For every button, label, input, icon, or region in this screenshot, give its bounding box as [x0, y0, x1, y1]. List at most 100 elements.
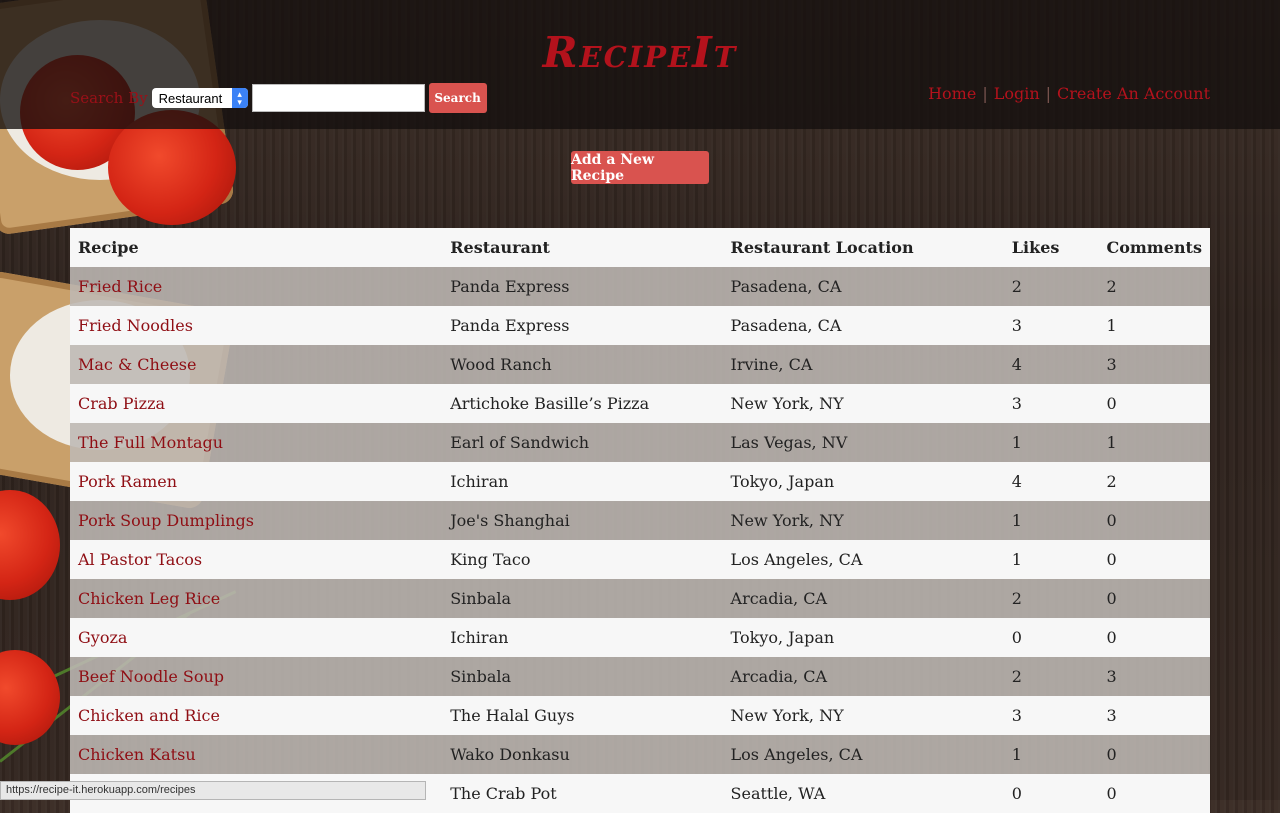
restaurant-cell: Sinbala [442, 579, 723, 618]
recipe-name-link[interactable]: Mac & Cheese [70, 345, 443, 384]
top-nav: Home | Login | Create An Account [928, 84, 1210, 103]
whole-tomato-decoration [0, 650, 60, 745]
nav-home-link[interactable]: Home [928, 84, 976, 103]
location-cell: Pasadena, CA [722, 306, 1004, 345]
table-row: Crab Pizza Artichoke Basille’s Pizza New Y… [70, 384, 1210, 423]
likes-cell: 0 [1003, 618, 1099, 657]
recipe-name-link[interactable]: Chicken Katsu [70, 735, 443, 774]
recipe-name-link[interactable]: Pork Soup Dumplings [70, 501, 443, 540]
site-header: RecipeIt Search By Restaurant ▴ ▾ Search … [0, 0, 1280, 129]
location-cell: Los Angeles, CA [722, 540, 1004, 579]
likes-cell: 2 [1003, 657, 1099, 696]
comments-cell: 1 [1098, 423, 1210, 462]
comments-cell: 2 [1098, 462, 1210, 501]
comments-cell: 3 [1098, 345, 1210, 384]
likes-cell: 1 [1003, 423, 1099, 462]
location-cell: New York, NY [722, 696, 1004, 735]
likes-cell: 3 [1003, 696, 1099, 735]
comments-cell: 0 [1098, 579, 1210, 618]
search-button[interactable]: Search [428, 83, 487, 113]
search-by-label: Search By [70, 89, 148, 107]
table-header-row: Recipe Restaurant Restaurant Location Li… [70, 228, 1210, 267]
recipe-name-link[interactable]: Fried Rice [70, 267, 443, 306]
restaurant-cell: Panda Express [442, 267, 723, 306]
restaurant-cell: Ichiran [442, 462, 723, 501]
recipe-name-link[interactable]: Gyoza [70, 618, 443, 657]
comments-cell: 0 [1098, 735, 1210, 774]
restaurant-cell: Wako Donkasu [442, 735, 723, 774]
likes-cell: 4 [1003, 345, 1099, 384]
comments-cell: 0 [1098, 540, 1210, 579]
table-row: The Full Montagu Earl of Sandwich Las Vega… [70, 423, 1210, 462]
table-row: Mac & Cheese Wood Ranch Irvine, CA 4 3 [70, 345, 1210, 384]
table-row: Chicken Katsu Wako Donkasu Los Angeles, CA… [70, 735, 1210, 774]
recipe-name-link[interactable]: Chicken and Rice [70, 696, 443, 735]
location-cell: New York, NY [722, 384, 1004, 423]
nav-login-link[interactable]: Login [994, 84, 1040, 103]
select-arrows-icon: ▴ ▾ [231, 88, 248, 108]
table-row: Gyoza Ichiran Tokyo, Japan 0 0 [70, 618, 1210, 657]
restaurant-cell: Ichiran [442, 618, 723, 657]
likes-cell: 0 [1003, 774, 1099, 813]
table-row: Pork Soup Dumplings Joe's Shanghai New Yor… [70, 501, 1210, 540]
recipe-name-link[interactable]: Pork Ramen [70, 462, 443, 501]
nav-separator: | [982, 84, 988, 103]
comments-cell: 3 [1098, 657, 1210, 696]
comments-cell: 0 [1098, 501, 1210, 540]
location-cell: Las Vegas, NV [722, 423, 1004, 462]
nav-create-account-link[interactable]: Create An Account [1057, 84, 1210, 103]
search-type-value: Restaurant [158, 90, 223, 106]
search-type-select[interactable]: Restaurant ▴ ▾ [151, 88, 248, 108]
recipe-name-link[interactable]: Chicken Leg Rice [70, 579, 443, 618]
likes-cell: 1 [1003, 735, 1099, 774]
table-row: Beef Noodle Soup Sinbala Arcadia, CA 2 3 [70, 657, 1210, 696]
site-logo[interactable]: RecipeIt [540, 28, 740, 77]
column-header-likes[interactable]: Likes [1003, 228, 1099, 267]
recipe-name-link[interactable]: Crab Pizza [70, 384, 443, 423]
recipe-name-link[interactable]: Fried Noodles [70, 306, 443, 345]
table-row: Al Pastor Tacos King Taco Los Angeles, CA 1… [70, 540, 1210, 579]
location-cell: Arcadia, CA [722, 657, 1004, 696]
comments-cell: 0 [1098, 774, 1210, 813]
location-cell: Los Angeles, CA [722, 735, 1004, 774]
browser-status-bar: https://recipe-it.herokuapp.com/recipes [0, 781, 426, 800]
restaurant-cell: Sinbala [442, 657, 723, 696]
table-row: Chicken Leg Rice Sinbala Arcadia, CA 2 0 [70, 579, 1210, 618]
likes-cell: 2 [1003, 579, 1099, 618]
table-row: Pork Ramen Ichiran Tokyo, Japan 4 2 [70, 462, 1210, 501]
comments-cell: 0 [1098, 384, 1210, 423]
column-header-location[interactable]: Restaurant Location [722, 228, 1004, 267]
recipe-name-link[interactable]: Beef Noodle Soup [70, 657, 443, 696]
column-header-recipe[interactable]: Recipe [70, 228, 443, 267]
likes-cell: 3 [1003, 384, 1099, 423]
column-header-comments[interactable]: Comments [1098, 228, 1210, 267]
restaurant-cell: Wood Ranch [442, 345, 723, 384]
likes-cell: 1 [1003, 501, 1099, 540]
likes-cell: 2 [1003, 267, 1099, 306]
comments-cell: 0 [1098, 618, 1210, 657]
comments-cell: 3 [1098, 696, 1210, 735]
restaurant-cell: Earl of Sandwich [442, 423, 723, 462]
location-cell: New York, NY [722, 501, 1004, 540]
likes-cell: 1 [1003, 540, 1099, 579]
comments-cell: 2 [1098, 267, 1210, 306]
location-cell: Arcadia, CA [722, 579, 1004, 618]
search-bar: Search By Restaurant ▴ ▾ Search [70, 83, 487, 113]
location-cell: Tokyo, Japan [722, 618, 1004, 657]
location-cell: Pasadena, CA [722, 267, 1004, 306]
recipe-name-link[interactable]: The Full Montagu [70, 423, 443, 462]
search-input[interactable] [251, 84, 425, 112]
column-header-restaurant[interactable]: Restaurant [442, 228, 723, 267]
table-row: Chicken and Rice The Halal Guys New York, … [70, 696, 1210, 735]
restaurant-cell: The Halal Guys [442, 696, 723, 735]
whole-tomato-decoration [0, 490, 60, 600]
table-row: Fried Noodles Panda Express Pasadena, CA 3 1 [70, 306, 1210, 345]
restaurant-cell: Panda Express [442, 306, 723, 345]
restaurant-cell: The Crab Pot [442, 774, 723, 813]
restaurant-cell: King Taco [442, 540, 723, 579]
restaurant-cell: Joe's Shanghai [442, 501, 723, 540]
location-cell: Seattle, WA [722, 774, 1004, 813]
likes-cell: 4 [1003, 462, 1099, 501]
recipe-name-link[interactable]: Al Pastor Tacos [70, 540, 443, 579]
add-recipe-button[interactable]: Add a New Recipe [571, 151, 709, 184]
